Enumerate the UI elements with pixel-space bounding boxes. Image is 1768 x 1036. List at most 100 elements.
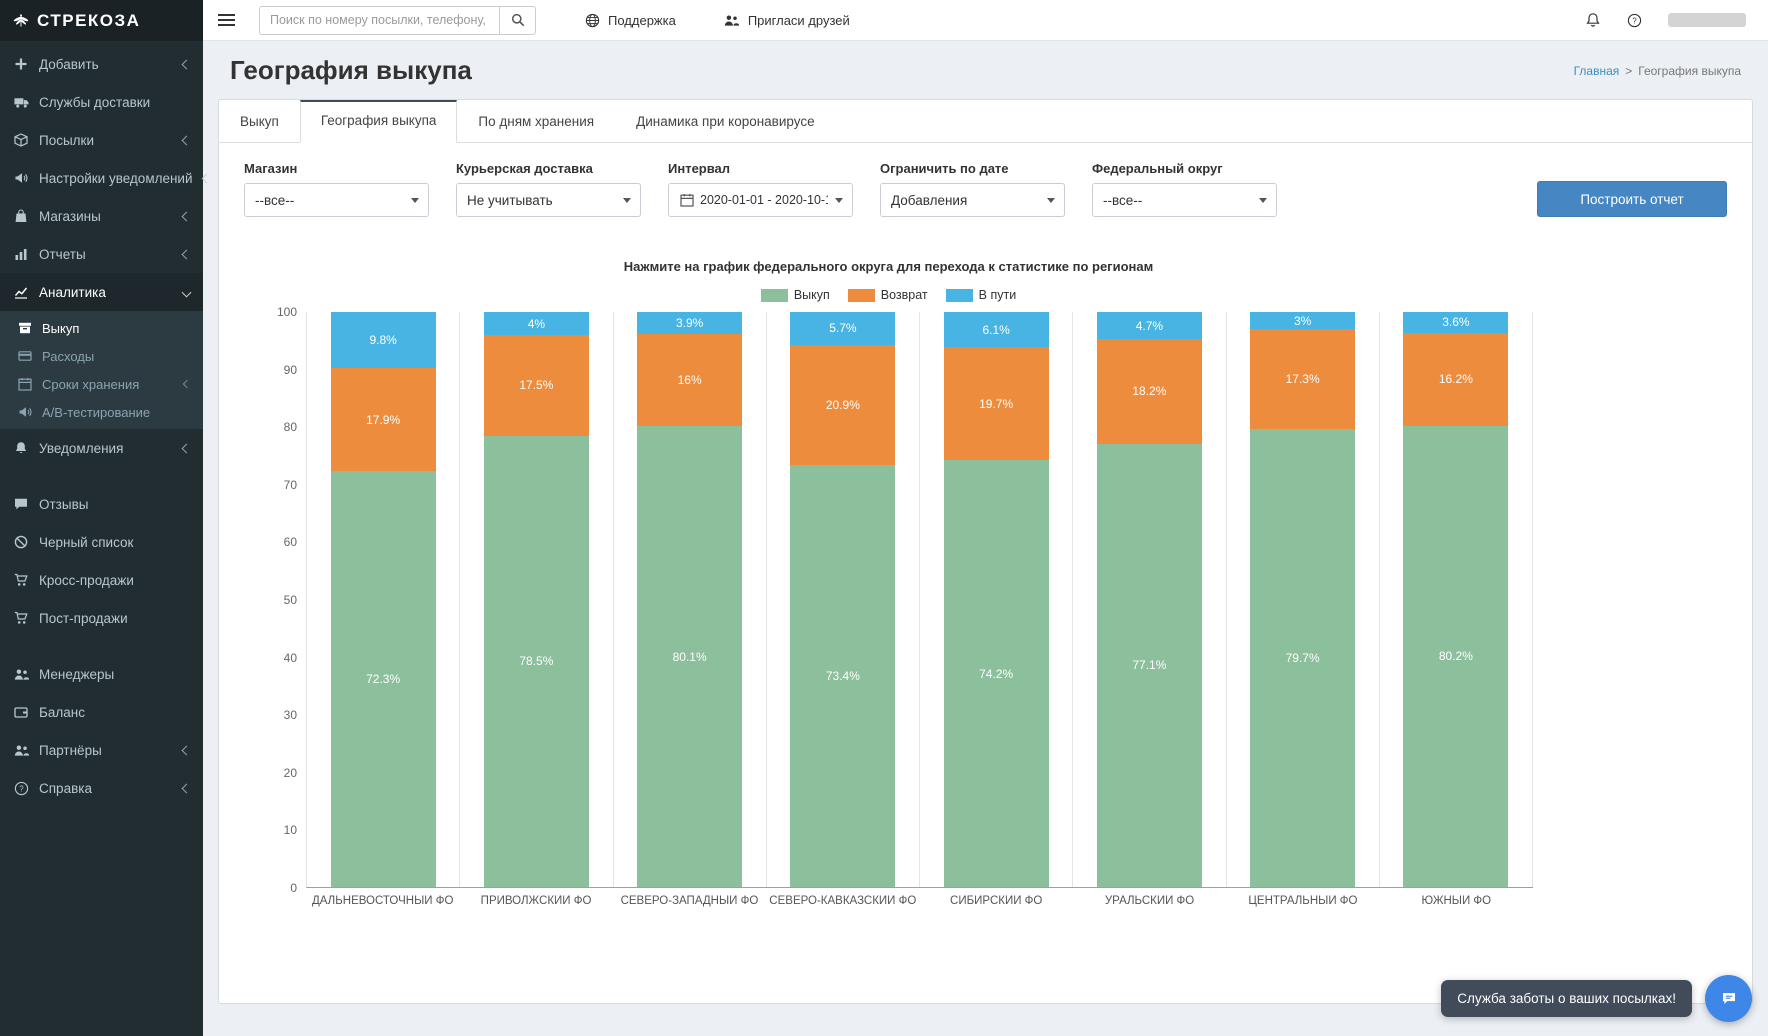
bar-segment-buyout[interactable]: 78.5% xyxy=(484,436,589,887)
bar-segment-buyout[interactable]: 80.2% xyxy=(1403,426,1508,887)
breadcrumb-home-link[interactable]: Главная xyxy=(1574,64,1620,78)
chart-wrap: Нажмите на график федерального округа дл… xyxy=(244,259,1533,907)
x-axis-labels: ДАЛЬНЕВОСТОЧНЫЙ ФОПРИВОЛЖСКИЙ ФОСЕВЕРО-З… xyxy=(306,888,1533,907)
sidebar-item-notification-settings[interactable]: Настройки уведомлений xyxy=(0,159,203,197)
tab-storage-days[interactable]: По дням хранения xyxy=(457,100,615,143)
stacked-bar: 78.5%17.5%4% xyxy=(484,312,589,887)
sidebar-subitem-expenses[interactable]: Расходы xyxy=(0,342,203,370)
sidebar-item-label: Уведомления xyxy=(39,441,123,456)
search-button[interactable] xyxy=(499,6,536,35)
y-tick-label: 80 xyxy=(284,420,297,434)
invite-friends-link[interactable]: Пригласи друзей xyxy=(724,13,850,28)
segment-value-label: 16% xyxy=(678,374,702,386)
bar-segment-return[interactable]: 18.2% xyxy=(1097,339,1202,444)
sidebar-item-analytics[interactable]: Аналитика xyxy=(0,273,203,311)
federal-district-filter: Федеральный округ --все-- xyxy=(1092,161,1277,217)
sidebar-item-blacklist[interactable]: Черный список xyxy=(0,523,203,561)
chart-bar-slot-7[interactable]: 79.7%17.3% 3% xyxy=(1227,312,1380,887)
bar-segment-buyout[interactable]: 73.4% xyxy=(790,465,895,887)
help-icon[interactable]: ? xyxy=(1627,13,1642,28)
interval-date-range-picker[interactable]: 2020-01-01 - 2020-10-13 xyxy=(668,183,853,217)
sidebar-item-parcels[interactable]: Посылки xyxy=(0,121,203,159)
sidebar-item-label: Магазины xyxy=(39,209,101,224)
chart-bar-slot-1[interactable]: 72.3%17.9%9.8% xyxy=(307,312,460,887)
bar-segment-return[interactable]: 16.2% xyxy=(1403,333,1508,426)
sidebar-item-reports[interactable]: Отчеты xyxy=(0,235,203,273)
bar-segment-return[interactable]: 17.3% xyxy=(1250,329,1355,428)
sidebar-item-reviews[interactable]: Отзывы xyxy=(0,485,203,523)
chat-button[interactable] xyxy=(1705,975,1752,1022)
bar-segment-return[interactable]: 19.7% xyxy=(944,347,1049,460)
chart-bar-slot-6[interactable]: 77.1% 18.2% 4.7% xyxy=(1073,312,1226,887)
sidebar-item-add[interactable]: Добавить xyxy=(0,45,203,83)
bar-segment-return[interactable]: 17.9% xyxy=(331,368,436,471)
legend-item-in-transit[interactable]: В пути xyxy=(946,288,1017,302)
federal-district-select[interactable]: --все-- xyxy=(1092,183,1277,217)
interval-value: 2020-01-01 - 2020-10-13 xyxy=(700,193,828,207)
support-link[interactable]: Поддержка xyxy=(584,13,676,28)
chart-bar-slot-8[interactable]: 80.2%16.2%3.6% xyxy=(1380,312,1533,887)
bar-segment-buyout[interactable]: 79.7% xyxy=(1250,429,1355,887)
dragonfly-logo-icon xyxy=(13,10,29,32)
tab-buyout[interactable]: Выкуп xyxy=(219,100,300,143)
shop-filter: Магазин --все-- xyxy=(244,161,429,217)
shop-select[interactable]: --все-- xyxy=(244,183,429,217)
bar-segment-return[interactable]: 17.5% xyxy=(484,335,589,436)
tab-geography-buyout[interactable]: География выкупа xyxy=(300,100,458,143)
bar-segment-return[interactable]: 20.9% xyxy=(790,345,895,465)
sidebar-item-balance[interactable]: Баланс xyxy=(0,693,203,731)
sidebar-item-managers[interactable]: Менеджеры xyxy=(0,655,203,693)
bar-segment-buyout[interactable]: 72.3% xyxy=(331,471,436,887)
bar-segment-in-transit[interactable]: 3% xyxy=(1250,312,1355,329)
sidebar-item-partners[interactable]: Партнёры xyxy=(0,731,203,769)
date-limit-select[interactable]: Добавления xyxy=(880,183,1065,217)
invite-friends-label: Пригласи друзей xyxy=(748,13,850,28)
brand-logo[interactable]: СТРЕКОЗА xyxy=(0,0,203,41)
notifications-bell-icon[interactable] xyxy=(1585,12,1601,28)
chart-bar-slot-5[interactable]: 74.2%19.7%6.1% xyxy=(920,312,1073,887)
bar-segment-in-transit[interactable]: 4.7% xyxy=(1097,312,1202,339)
sidebar-item-post-sales[interactable]: Пост-продажи xyxy=(0,599,203,637)
bar-segment-buyout[interactable]: 74.2% xyxy=(944,460,1049,887)
bar-segment-in-transit[interactable]: 3.6% xyxy=(1403,312,1508,333)
user-account-name[interactable] xyxy=(1668,13,1746,27)
search-input[interactable] xyxy=(259,6,499,35)
tab-covid-dynamics[interactable]: Динамика при коронавирусе xyxy=(615,100,836,143)
sidebar-item-label: Баланс xyxy=(39,705,85,720)
sidebar-item-cross-sales[interactable]: Кросс-продажи xyxy=(0,561,203,599)
topbar-right: ? xyxy=(1585,12,1768,28)
sidebar-item-shops[interactable]: Магазины xyxy=(0,197,203,235)
plus-icon xyxy=(13,57,29,71)
page-content: География выкупа Главная > География вык… xyxy=(203,41,1768,1036)
stacked-bar: 74.2%19.7%6.1% xyxy=(944,312,1049,887)
sidebar-subitem-storage-terms[interactable]: Сроки хранения xyxy=(0,370,203,398)
segment-value-label: 73.4% xyxy=(826,670,860,682)
segment-value-label: 3% xyxy=(1294,315,1311,327)
chart-bar-slot-3[interactable]: 80.1% 16% 3.9% xyxy=(614,312,767,887)
courier-select[interactable]: Не учитывать xyxy=(456,183,641,217)
sidebar-item-label: Аналитика xyxy=(39,285,106,300)
main-panel: ВыкупГеография выкупаПо дням храненияДин… xyxy=(218,99,1753,1004)
bar-segment-in-transit[interactable]: 6.1% xyxy=(944,312,1049,347)
bar-segment-in-transit[interactable]: 5.7% xyxy=(790,312,895,345)
segment-value-label: 18.2% xyxy=(1132,385,1166,397)
build-report-button[interactable]: Построить отчет xyxy=(1537,181,1727,217)
sidebar-item-help[interactable]: ?Справка xyxy=(0,769,203,807)
sidebar-item-notifications[interactable]: Уведомления xyxy=(0,429,203,467)
sidebar-menu: ДобавитьСлужбы доставкиПосылкиНастройки … xyxy=(0,41,203,807)
legend-item-buyout[interactable]: Выкуп xyxy=(761,288,830,302)
bar-segment-in-transit[interactable]: 4% xyxy=(484,312,589,335)
tabs: ВыкупГеография выкупаПо дням храненияДин… xyxy=(219,100,1752,143)
sidebar-item-delivery-services[interactable]: Службы доставки xyxy=(0,83,203,121)
sidebar-subitem-ab-testing[interactable]: А/В-тестирование xyxy=(0,398,203,426)
sidebar-toggle-button[interactable] xyxy=(203,0,249,40)
bar-segment-return[interactable]: 16% xyxy=(637,334,742,426)
sidebar-subitem-buyout[interactable]: Выкуп xyxy=(0,314,203,342)
legend-item-return[interactable]: Возврат xyxy=(848,288,928,302)
chart-bar-slot-2[interactable]: 78.5%17.5%4% xyxy=(460,312,613,887)
bar-segment-in-transit[interactable]: 3.9% xyxy=(637,312,742,334)
chart-bar-slot-4[interactable]: 73.4% 20.9%5.7% xyxy=(767,312,920,887)
bar-segment-buyout[interactable]: 80.1% xyxy=(637,426,742,887)
bar-segment-in-transit[interactable]: 9.8% xyxy=(331,312,436,368)
bar-segment-buyout[interactable]: 77.1% xyxy=(1097,444,1202,887)
